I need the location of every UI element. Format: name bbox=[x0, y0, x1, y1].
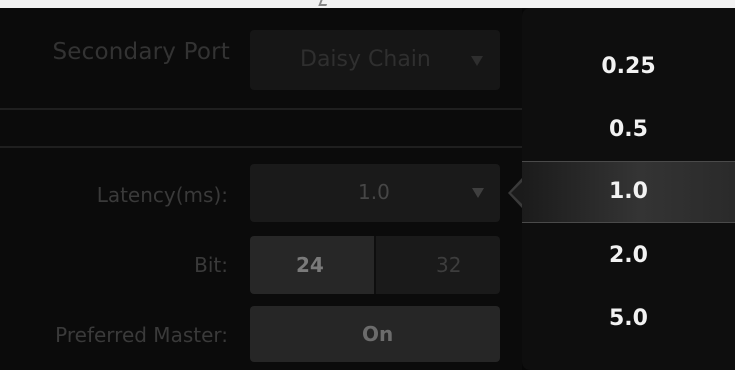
latency-value: 1.0 bbox=[358, 180, 390, 204]
top-strip bbox=[0, 0, 735, 8]
preferred-master-value: On bbox=[362, 322, 394, 346]
bit-option-32[interactable]: 32 bbox=[376, 236, 500, 294]
clipped-text-fragment bbox=[318, 0, 330, 6]
chevron-down-icon bbox=[472, 188, 484, 198]
bit-segmented-control: 24 32 bbox=[250, 236, 500, 294]
latency-option-1-0-selected[interactable]: 1.0 bbox=[522, 161, 735, 223]
bit-option-label: 24 bbox=[296, 253, 324, 277]
secondary-port-label: Secondary Port bbox=[52, 39, 230, 65]
preferred-master-label: Preferred Master: bbox=[55, 323, 228, 347]
latency-option-0-25[interactable]: 0.25 bbox=[522, 36, 735, 98]
latency-label: Latency(ms): bbox=[96, 183, 228, 207]
bit-label: Bit: bbox=[194, 253, 228, 277]
latency-option-5-0[interactable]: 5.0 bbox=[522, 288, 735, 350]
latency-option-0-5[interactable]: 0.5 bbox=[522, 99, 735, 161]
divider bbox=[0, 108, 522, 110]
secondary-port-value: Daisy Chain bbox=[300, 47, 431, 72]
divider bbox=[0, 146, 522, 148]
preferred-master-toggle[interactable]: On bbox=[250, 306, 500, 362]
network-settings-screen: Secondary Port Daisy Chain Latency(ms): … bbox=[0, 0, 735, 370]
secondary-port-dropdown[interactable]: Daisy Chain bbox=[250, 30, 500, 90]
latency-dropdown[interactable]: 1.0 bbox=[250, 164, 500, 222]
bit-option-label: 32 bbox=[436, 253, 462, 277]
bit-option-24[interactable]: 24 bbox=[250, 236, 374, 294]
latency-option-2-0[interactable]: 2.0 bbox=[522, 225, 735, 287]
chevron-down-icon bbox=[471, 56, 483, 66]
